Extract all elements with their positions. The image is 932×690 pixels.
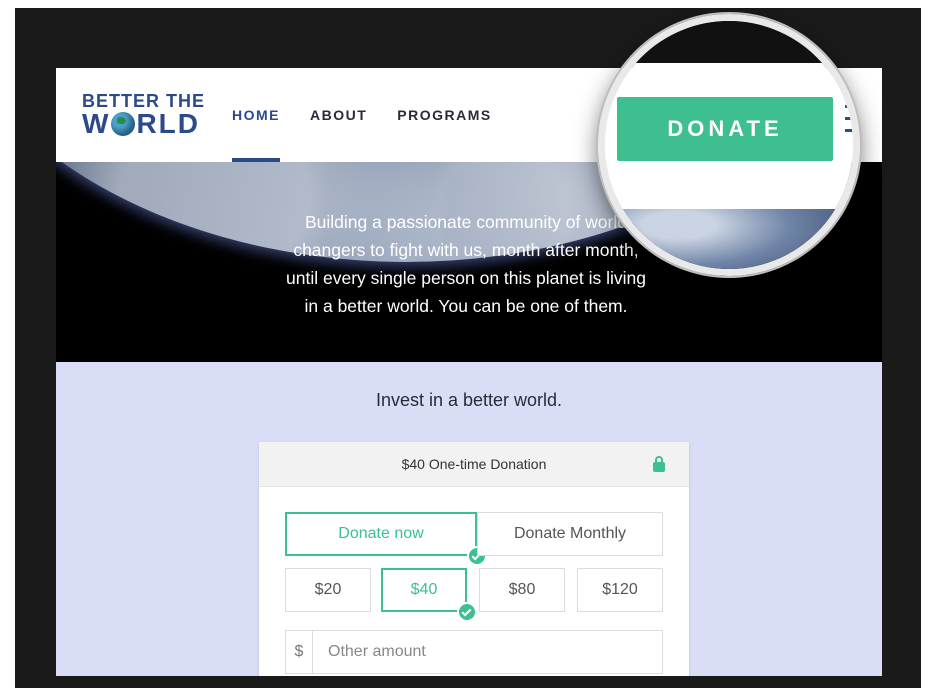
logo-letters-rld: RLD: [136, 108, 200, 139]
nav-item-about[interactable]: ABOUT: [310, 68, 367, 162]
donate-monthly-button[interactable]: Donate Monthly: [477, 512, 663, 556]
device-frame: BETTER THE W RLD HOME ABOUT PROGRAMS Buil…: [15, 8, 921, 688]
other-amount-input[interactable]: [314, 631, 654, 673]
magnifier-earth-area: [605, 209, 853, 269]
card-header: $40 One-time Donation: [259, 442, 689, 487]
lock-icon: [653, 456, 665, 472]
amount-label: $80: [508, 581, 536, 598]
donation-section: Invest in a better world. $40 One-time D…: [56, 362, 882, 676]
amount-80-button[interactable]: $80: [479, 568, 565, 612]
donation-card: $40 One-time Donation Donate now Donate …: [259, 442, 689, 676]
amount-label: $120: [602, 581, 638, 598]
nav-item-programs[interactable]: PROGRAMS: [397, 68, 491, 162]
other-amount-field: $: [285, 630, 663, 674]
amount-40-button[interactable]: $40: [381, 568, 467, 612]
donate-now-label: Donate now: [338, 525, 424, 542]
amount-20-button[interactable]: $20: [285, 568, 371, 612]
magnifier-lens: DONATE: [598, 14, 860, 276]
section-title: Invest in a better world.: [375, 390, 563, 410]
donate-monthly-label: Donate Monthly: [513, 525, 627, 542]
lock-body: [653, 462, 665, 472]
amount-label: $20: [314, 581, 342, 598]
magnifier-frame-top: [605, 21, 853, 63]
hamburger-bar: [845, 129, 853, 132]
site-logo[interactable]: BETTER THE W RLD: [82, 92, 205, 138]
nav-item-home[interactable]: HOME: [232, 68, 280, 162]
currency-prefix: $: [286, 631, 313, 673]
globe-icon: [111, 112, 136, 136]
amount-label: $40: [410, 581, 438, 598]
check-icon: [457, 602, 477, 622]
donate-now-button[interactable]: Donate now: [285, 512, 477, 556]
amount-120-button[interactable]: $120: [577, 568, 663, 612]
card-title: $40 One-time Donation: [401, 456, 547, 472]
donate-button[interactable]: DONATE: [617, 97, 833, 161]
main-nav: HOME ABOUT PROGRAMS: [232, 68, 522, 162]
hero-line: in a better world. You can be one of the…: [304, 296, 628, 316]
logo-letter-w: W: [82, 108, 111, 139]
logo-line-2: W RLD: [82, 110, 205, 138]
